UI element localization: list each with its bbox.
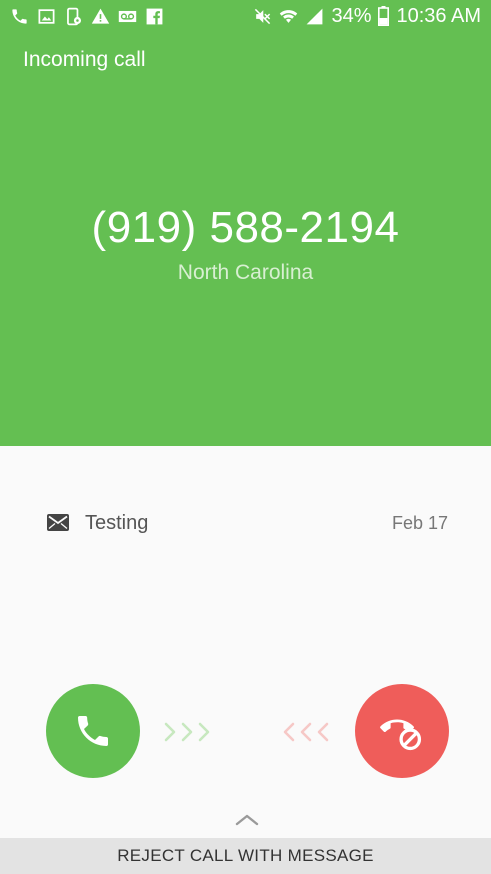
- image-icon: [38, 8, 55, 24]
- phone-settings-icon: [67, 7, 82, 25]
- warning-icon: [91, 8, 110, 24]
- swipe-right-arrows: [164, 722, 210, 742]
- signal-icon: [307, 8, 323, 24]
- reject-with-message-button[interactable]: REJECT CALL WITH MESSAGE: [0, 838, 491, 874]
- battery-percent: 34%: [331, 5, 372, 27]
- reject-call-button[interactable]: [355, 684, 449, 778]
- chevron-up-icon[interactable]: [233, 812, 261, 828]
- caller-number: (919) 588-2194: [91, 203, 400, 252]
- accept-call-button[interactable]: [46, 684, 140, 778]
- panel-divider-wave: [0, 438, 491, 446]
- caller-location: North Carolina: [177, 261, 314, 284]
- last-message-text: Testing: [85, 512, 149, 534]
- phone-icon: [12, 8, 27, 24]
- facebook-icon: [146, 8, 163, 24]
- status-bar: 34% 10:36 AM: [0, 0, 491, 32]
- caller-panel: 34% 10:36 AM Incoming call (919) 588-219…: [0, 0, 491, 446]
- wifi-icon: [280, 9, 298, 23]
- envelope-icon: [47, 514, 69, 531]
- last-message-row[interactable]: Testing Feb 17: [0, 508, 491, 542]
- incoming-call-label: Incoming call: [23, 48, 146, 71]
- clock: 10:36 AM: [396, 5, 481, 27]
- voicemail-icon: [118, 10, 137, 22]
- battery-icon: [378, 6, 390, 26]
- system-icons: 34% 10:36 AM: [253, 4, 481, 28]
- decline-phone-icon: [380, 719, 422, 751]
- last-message-date: Feb 17: [391, 513, 448, 533]
- mute-icon: [255, 8, 271, 24]
- phone-icon: [78, 716, 108, 746]
- swipe-left-arrows: [283, 722, 329, 742]
- notification-icons: [10, 6, 164, 26]
